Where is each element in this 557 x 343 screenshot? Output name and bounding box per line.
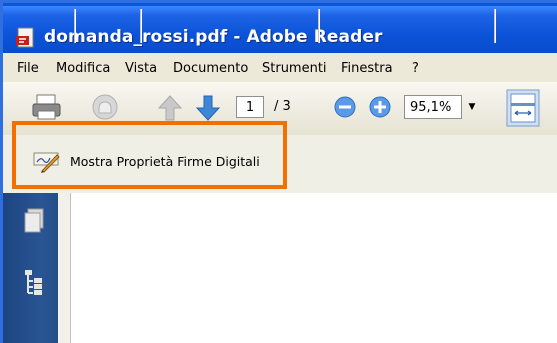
zoom-level-input[interactable]: 95,1% bbox=[404, 95, 462, 119]
zoom-dropdown-arrow-icon[interactable]: ▼ bbox=[465, 96, 479, 118]
page-number-input[interactable]: 1 bbox=[236, 96, 264, 118]
menu-file[interactable]: File bbox=[17, 61, 39, 76]
pages-panel-icon[interactable] bbox=[23, 208, 45, 234]
toolbar-separator bbox=[140, 9, 141, 43]
document-view[interactable] bbox=[70, 193, 557, 343]
bookmarks-panel-icon[interactable] bbox=[23, 268, 45, 296]
highlight-annotation bbox=[12, 121, 287, 189]
page-total: / 3 bbox=[274, 99, 291, 114]
previous-page-icon[interactable] bbox=[156, 93, 184, 123]
zoom-out-icon[interactable] bbox=[333, 95, 357, 119]
print-icon[interactable] bbox=[30, 92, 64, 122]
next-page-icon[interactable] bbox=[194, 93, 222, 123]
menu-finestra[interactable]: Finestra bbox=[341, 61, 393, 76]
menu-strumenti[interactable]: Strumenti bbox=[262, 61, 327, 76]
document-view-gutter bbox=[58, 193, 70, 343]
menu-modifica[interactable]: Modifica bbox=[56, 61, 110, 76]
toolbar-separator bbox=[318, 9, 319, 43]
zoom-in-icon[interactable] bbox=[368, 95, 392, 119]
toolbar-separator bbox=[494, 9, 495, 43]
menu-vista[interactable]: Vista bbox=[125, 61, 157, 76]
window-title: domanda_rossi.pdf - Adobe Reader bbox=[44, 27, 383, 47]
fit-width-icon[interactable] bbox=[506, 89, 540, 127]
hand-tool-icon[interactable] bbox=[88, 91, 122, 123]
toolbar-separator bbox=[74, 9, 75, 43]
adobe-reader-app-icon bbox=[16, 27, 34, 48]
menu-help[interactable]: ? bbox=[412, 61, 419, 76]
menu-documento[interactable]: Documento bbox=[173, 61, 248, 76]
